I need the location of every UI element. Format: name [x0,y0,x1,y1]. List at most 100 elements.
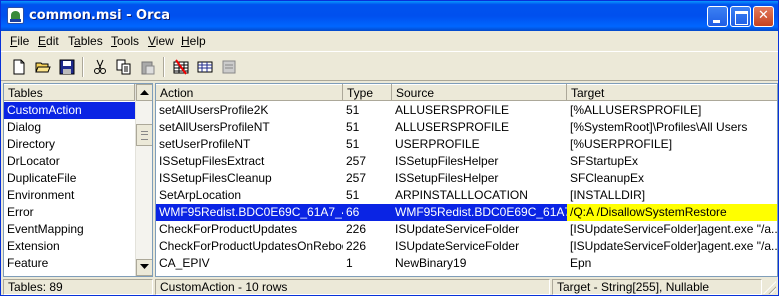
tables-scrollbar[interactable] [135,84,152,276]
table-item[interactable]: Feature [4,255,135,272]
resize-grip[interactable] [763,281,776,294]
chevron-down-icon [140,264,149,269]
scroll-down-button[interactable] [136,259,152,276]
paste-icon[interactable] [137,56,159,78]
menu-view[interactable]: View [148,34,174,48]
cell-action[interactable]: WMF95Redist.BDC0E69C_61A7_4... [156,204,343,221]
cell-type[interactable]: 257 [343,153,392,170]
cell-type[interactable]: 257 [343,170,392,187]
tables-list: CustomAction Dialog Directory DrLocator … [4,102,135,272]
table-item[interactable]: Dialog [4,119,135,136]
cell-source[interactable]: ALLUSERSPROFILE [392,102,567,119]
column-header-source[interactable]: Source [392,84,567,101]
cell-source[interactable]: ISSetupFilesHelper [392,170,567,187]
drop-row-icon[interactable] [218,56,240,78]
cell-type[interactable]: 66 [343,204,392,221]
cell-source[interactable]: NewBinary19 [392,255,567,272]
cell-source[interactable]: ALLUSERSPROFILE [392,119,567,136]
table-row[interactable]: WMF95Redist.BDC0E69C_61A7_4... 66 WMF95Red… [156,204,777,221]
cell-target[interactable]: [%ALLUSERSPROFILE] [567,102,777,119]
cell-target[interactable]: [ISUpdateServiceFolder]agent.exe "/a... [567,238,777,255]
toolbar-separator [82,57,84,77]
table-row[interactable]: CheckForProductUpdatesOnReboot 226 ISUpdat… [156,238,777,255]
new-file-icon[interactable] [8,56,30,78]
cell-type[interactable]: 51 [343,102,392,119]
save-icon[interactable] [56,56,78,78]
cell-action[interactable]: ISSetupFilesExtract [156,153,343,170]
cell-type[interactable]: 1 [343,255,392,272]
maximize-button[interactable] [730,6,751,27]
cell-target[interactable]: Epn [567,255,777,272]
cell-type[interactable]: 51 [343,119,392,136]
menu-help[interactable]: Help [181,34,206,48]
cell-type[interactable]: 226 [343,221,392,238]
title-bar[interactable]: common.msi - Orca ✕ [1,1,778,31]
close-button[interactable]: ✕ [753,6,774,27]
menu-tables[interactable]: Tables [68,34,103,48]
open-folder-icon[interactable] [32,56,54,78]
minimize-button[interactable] [707,6,728,27]
cell-type[interactable]: 51 [343,136,392,153]
table-row[interactable]: setAllUsersProfile2K 51 ALLUSERSPROFILE [%A… [156,102,777,119]
table-item[interactable]: Error [4,204,135,221]
new-table-icon[interactable] [170,56,192,78]
table-row[interactable]: SetArpLocation 51 ARPINSTALLLOCATION [INSTA… [156,187,777,204]
status-rows-info: CustomAction - 10 rows [155,279,550,295]
cell-action[interactable]: CheckForProductUpdatesOnReboot [156,238,343,255]
menu-edit[interactable]: Edit [38,34,59,48]
cell-action[interactable]: SetArpLocation [156,187,343,204]
cell-target[interactable]: SFStartupEx [567,153,777,170]
copy-icon[interactable] [113,56,135,78]
table-row[interactable]: setAllUsersProfileNT 51 ALLUSERSPROFILE [%S… [156,119,777,136]
cut-icon[interactable] [89,56,111,78]
table-item[interactable]: CustomAction [4,102,135,119]
orca-app-icon[interactable] [7,7,24,24]
cell-action[interactable]: CA_EPIV [156,255,343,272]
cell-source[interactable]: ISSetupFilesHelper [392,153,567,170]
toolbar [1,51,778,81]
table-item[interactable]: DrLocator [4,153,135,170]
cell-target[interactable]: /Q:A /DisallowSystemRestore [567,204,777,221]
tables-header[interactable]: Tables [4,84,135,101]
status-column-info: Target - String[255], Nullable [552,279,762,295]
cell-source[interactable]: ISUpdateServiceFolder [392,238,567,255]
table-row[interactable]: ISSetupFilesExtract 257 ISSetupFilesHelper… [156,153,777,170]
cell-target[interactable]: [%USERPROFILE] [567,136,777,153]
scroll-thumb[interactable] [136,124,152,146]
status-tables-count: Tables: 89 [3,279,153,295]
scroll-up-button[interactable] [136,84,152,101]
table-row[interactable]: CheckForProductUpdates 226 ISUpdateService… [156,221,777,238]
cell-source[interactable]: ARPINSTALLLOCATION [392,187,567,204]
cell-target[interactable]: SFCleanupEx [567,170,777,187]
cell-action[interactable]: ISSetupFilesCleanup [156,170,343,187]
cell-source[interactable]: USERPROFILE [392,136,567,153]
cell-source[interactable]: WMF95Redist.BDC0E69C_61A7_... [392,204,567,221]
column-header-type[interactable]: Type [343,84,392,101]
column-header-action[interactable]: Action [156,84,343,101]
cell-action[interactable]: setAllUsersProfileNT [156,119,343,136]
cell-action[interactable]: setUserProfileNT [156,136,343,153]
window-title: common.msi - Orca [29,8,170,23]
menu-tools[interactable]: Tools [111,34,139,48]
table-item[interactable]: DuplicateFile [4,170,135,187]
table-row[interactable]: ISSetupFilesCleanup 257 ISSetupFilesHelper… [156,170,777,187]
cell-target[interactable]: [ISUpdateServiceFolder]agent.exe "/a... [567,221,777,238]
table-row[interactable]: CA_EPIV 1 NewBinary19 Epn [156,255,777,272]
table-item[interactable]: EventMapping [4,221,135,238]
cell-action[interactable]: CheckForProductUpdates [156,221,343,238]
table-item[interactable]: Environment [4,187,135,204]
cell-target[interactable]: [INSTALLDIR] [567,187,777,204]
table-item[interactable]: Directory [4,136,135,153]
cell-source[interactable]: ISUpdateServiceFolder [392,221,567,238]
cell-target[interactable]: [%SystemRoot]\Profiles\All Users [567,119,777,136]
chevron-up-icon [140,90,149,95]
table-row[interactable]: setUserProfileNT 51 USERPROFILE [%USERPROFI… [156,136,777,153]
add-row-icon[interactable] [194,56,216,78]
cell-action[interactable]: setAllUsersProfile2K [156,102,343,119]
column-header-target[interactable]: Target [567,84,777,101]
menu-file[interactable]: File [10,34,29,48]
cell-type[interactable]: 51 [343,187,392,204]
tables-pane: Tables CustomAction Dialog Directory DrL… [3,83,153,277]
cell-type[interactable]: 226 [343,238,392,255]
table-item[interactable]: Extension [4,238,135,255]
